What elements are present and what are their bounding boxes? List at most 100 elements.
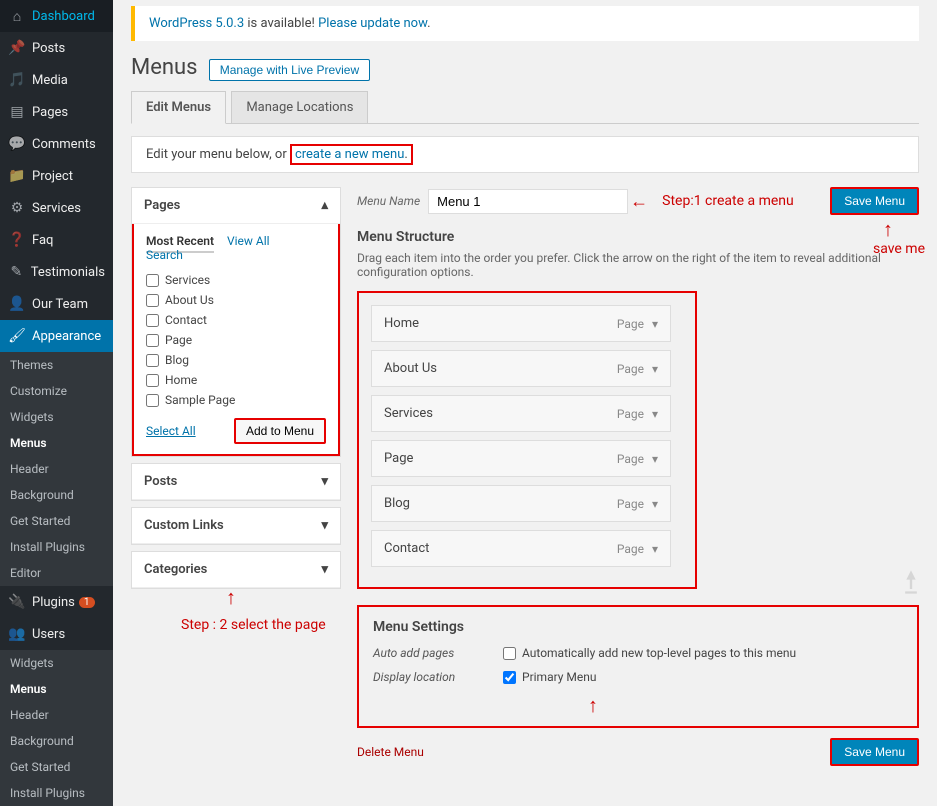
accordion-title: Custom Links: [144, 518, 224, 533]
scroll-top-icon[interactable]: [897, 564, 925, 600]
menu-item-type: Page: [617, 497, 644, 511]
menu-item[interactable]: Blog Page ▾: [371, 485, 671, 522]
chevron-down-icon: ▾: [321, 562, 328, 577]
sidebar-item-label: Media: [32, 73, 68, 88]
submenu-install-plugins[interactable]: Install Plugins: [0, 534, 113, 560]
sidebar-item-testimonials[interactable]: ✎Testimonials: [0, 256, 113, 288]
sidebar-item-label: Faq: [32, 233, 53, 248]
sidebar-item-label: Dashboard: [32, 9, 95, 24]
instruction-text: Edit your menu below, or: [146, 147, 290, 162]
menu-item[interactable]: PagePage▾: [371, 440, 671, 477]
tab-edit-menus[interactable]: Edit Menus: [131, 91, 226, 124]
arrow-icon: ↑: [226, 585, 236, 610]
menu-item-type: Page: [617, 317, 644, 331]
page-checkbox-services[interactable]: [146, 274, 159, 287]
submenu-header-b[interactable]: Header: [0, 702, 113, 728]
sidebar-item-media[interactable]: 🎵Media: [0, 64, 113, 96]
accordion-title: Posts: [144, 474, 177, 489]
create-new-menu-link[interactable]: create a new menu: [295, 147, 404, 162]
page-checkbox-contact[interactable]: [146, 314, 159, 327]
submenu-get-started-b[interactable]: Get Started: [0, 754, 113, 780]
annotation-step2: Step : 2 select the page: [181, 617, 326, 633]
page-label: Sample Page: [165, 393, 235, 407]
sidebar-item-pages[interactable]: ▤ Pages: [0, 96, 113, 128]
menu-item[interactable]: About UsPage▾: [371, 350, 671, 387]
menu-item[interactable]: ServicesPage▾: [371, 395, 671, 432]
sidebar-item-services[interactable]: ⚙Services: [0, 192, 113, 224]
submenu-customize[interactable]: Customize: [0, 378, 113, 404]
menu-name-input[interactable]: [428, 189, 628, 214]
sidebar-item-label: Project: [32, 169, 73, 184]
annotation-step1: Step:1 create a menu: [662, 193, 794, 209]
submenu-editor[interactable]: Editor: [0, 560, 113, 586]
main-content: WordPress 5.0.3 is available! Please upd…: [113, 0, 937, 806]
annotation-save: save me: [873, 241, 925, 257]
primary-menu-checkbox[interactable]: [503, 671, 516, 684]
update-now-link[interactable]: Please update now: [318, 16, 427, 31]
menu-settings-heading: Menu Settings: [373, 619, 903, 635]
tab-manage-locations[interactable]: Manage Locations: [231, 91, 368, 123]
chevron-down-icon: ▾: [652, 542, 658, 556]
pin-icon: 📌: [8, 39, 26, 57]
submenu-menus[interactable]: Menus: [0, 430, 113, 456]
sidebar-item-label: Comments: [32, 137, 96, 152]
menu-item-type: Page: [617, 362, 644, 376]
wp-version-link[interactable]: WordPress 5.0.3: [149, 16, 244, 31]
sidebar-item-posts[interactable]: 📌Posts: [0, 32, 113, 64]
page-checkbox-about[interactable]: [146, 294, 159, 307]
sidebar-item-dashboard[interactable]: ⌂ Dashboard: [0, 0, 113, 32]
submenu-header[interactable]: Header: [0, 456, 113, 482]
live-preview-button[interactable]: Manage with Live Preview: [209, 59, 370, 81]
sidebar-item-users[interactable]: 👥Users: [0, 618, 113, 650]
menu-item[interactable]: Contact Page ▾: [371, 530, 671, 567]
pages-accordion-header[interactable]: Pages ▴: [132, 188, 340, 224]
page-label: Home: [165, 373, 197, 387]
page-checkbox-home[interactable]: [146, 374, 159, 387]
tab-view-all[interactable]: View All: [227, 234, 270, 248]
menu-name-label: Menu Name: [357, 194, 420, 208]
sidebar-item-faq[interactable]: ❓Faq: [0, 224, 113, 256]
arrow-left-icon: ←: [630, 191, 648, 212]
select-all-link[interactable]: Select All: [146, 424, 196, 438]
sidebar-item-team[interactable]: 👤Our Team: [0, 288, 113, 320]
add-to-menu-button[interactable]: Add to Menu: [234, 418, 326, 444]
page-icon: ▤: [8, 103, 26, 121]
submenu-widgets-b[interactable]: Widgets: [0, 650, 113, 676]
save-menu-button-bottom[interactable]: Save Menu: [830, 738, 919, 766]
custom-links-accordion-header[interactable]: Custom Links▾: [132, 508, 340, 544]
sidebar-item-appearance[interactable]: 🖌Appearance: [0, 320, 113, 352]
page-checkbox-blog[interactable]: [146, 354, 159, 367]
submenu-background-b[interactable]: Background: [0, 728, 113, 754]
user-icon: 👤: [8, 295, 26, 313]
menu-item-type: Page: [617, 542, 644, 556]
submenu-widgets[interactable]: Widgets: [0, 404, 113, 430]
chevron-down-icon: ▾: [652, 407, 658, 421]
sidebar-item-comments[interactable]: 💬Comments: [0, 128, 113, 160]
menu-item-title: Contact: [384, 541, 429, 556]
save-menu-button[interactable]: Save Menu: [830, 187, 919, 215]
submenu-install-plugins-b[interactable]: Install Plugins: [0, 780, 113, 806]
submenu-get-started[interactable]: Get Started: [0, 508, 113, 534]
page-checkbox-page[interactable]: [146, 334, 159, 347]
dashboard-icon: ⌂: [8, 7, 26, 25]
sidebar-item-label: Pages: [32, 105, 68, 120]
menu-item-title: Blog: [384, 496, 410, 511]
menu-item-title: About Us: [384, 361, 437, 376]
menu-structure-heading: Menu Structure: [357, 229, 919, 245]
auto-add-checkbox[interactable]: [503, 647, 516, 660]
submenu-themes[interactable]: Themes: [0, 352, 113, 378]
posts-accordion-header[interactable]: Posts▾: [132, 464, 340, 500]
menu-item[interactable]: HomePage▾: [371, 305, 671, 342]
submenu-background[interactable]: Background: [0, 482, 113, 508]
sidebar-item-plugins[interactable]: 🔌Plugins1: [0, 586, 113, 618]
delete-menu-link[interactable]: Delete Menu: [357, 745, 424, 759]
tab-search[interactable]: Search: [146, 248, 183, 262]
submenu-menus-b[interactable]: Menus: [0, 676, 113, 702]
chevron-down-icon: ▾: [652, 497, 658, 511]
sidebar-item-project[interactable]: 📁Project: [0, 160, 113, 192]
structure-help-text: Drag each item into the order you prefer…: [357, 251, 919, 279]
auto-add-text: Automatically add new top-level pages to…: [522, 646, 796, 660]
page-checkbox-sample[interactable]: [146, 394, 159, 407]
instruction-bar: Edit your menu below, or create a new me…: [131, 136, 919, 173]
categories-accordion-header[interactable]: Categories▾: [132, 552, 340, 588]
